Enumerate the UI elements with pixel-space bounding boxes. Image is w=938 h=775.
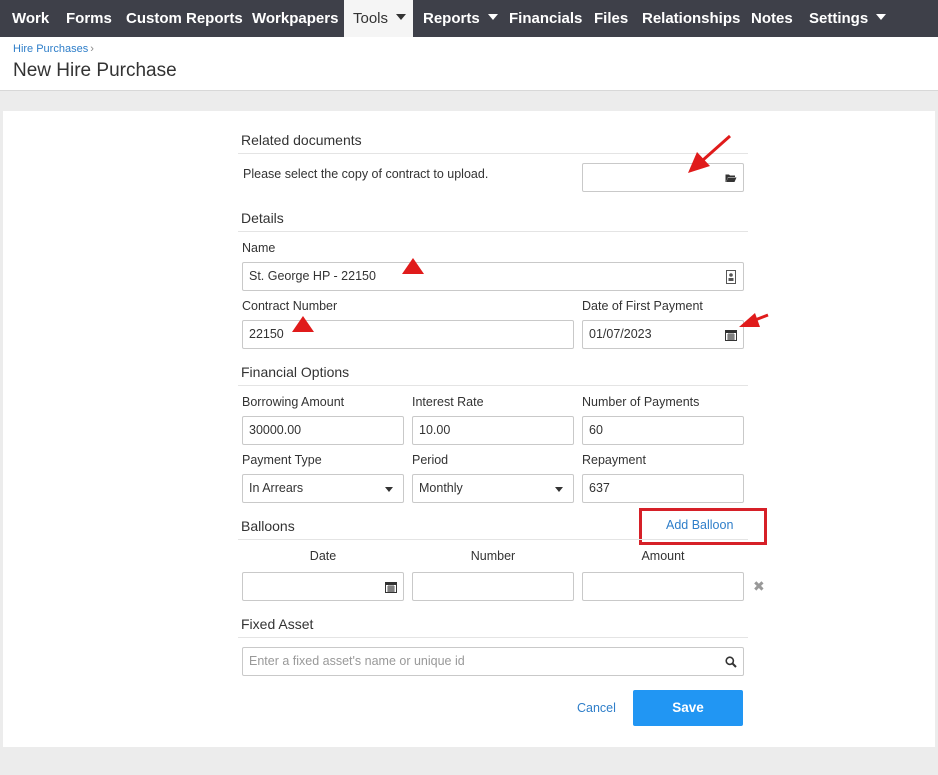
interest-rate-value: 10.00 — [419, 423, 451, 437]
contract-number-label: Contract Number — [242, 299, 338, 313]
nav-custom-reports[interactable]: Custom Reports — [126, 0, 243, 37]
divider — [238, 231, 748, 232]
name-input[interactable]: St. George HP - 22150 — [242, 262, 744, 291]
balloon-date-input[interactable] — [242, 572, 404, 601]
contact-card-icon[interactable] — [724, 263, 738, 290]
nav-reports[interactable]: Reports — [423, 0, 498, 37]
remove-balloon-icon[interactable]: ✖ — [753, 578, 765, 595]
form-card: Related documents Please select the copy… — [3, 111, 935, 747]
period-label: Period — [412, 453, 449, 467]
divider — [238, 385, 748, 386]
nav-tools[interactable]: Tools — [344, 0, 413, 37]
nav-financials-label: Financials — [509, 10, 583, 27]
payment-type-select[interactable]: In Arrears — [242, 474, 404, 503]
breadcrumb: Hire Purchases › — [13, 43, 94, 55]
top-navigation: Work Forms Custom Reports Workpapers Too… — [0, 0, 938, 37]
first-payment-date-value: 01/07/2023 — [589, 327, 652, 341]
section-title-details: Details — [241, 210, 284, 226]
period-select[interactable]: Monthly — [412, 474, 574, 503]
chevron-down-icon — [555, 487, 563, 492]
payment-type-label: Payment Type — [242, 453, 322, 467]
nav-relationships-label: Relationships — [642, 10, 741, 27]
contract-number-value: 22150 — [249, 327, 284, 341]
interest-rate-label: Interest Rate — [412, 395, 484, 409]
nav-reports-caret-icon — [487, 14, 498, 21]
number-of-payments-label: Number of Payments — [582, 395, 700, 409]
page-header: Hire Purchases › New Hire Purchase — [0, 37, 938, 91]
contract-number-input[interactable]: 22150 — [242, 320, 574, 349]
interest-rate-input[interactable]: 10.00 — [412, 416, 574, 445]
balloon-col-date: Date — [309, 549, 337, 563]
borrowing-amount-input[interactable]: 30000.00 — [242, 416, 404, 445]
cancel-button[interactable]: Cancel — [577, 701, 616, 715]
contract-file-input[interactable] — [582, 163, 744, 192]
number-of-payments-value: 60 — [589, 423, 603, 437]
breadcrumb-separator: › — [90, 43, 94, 55]
fixed-asset-placeholder: Enter a fixed asset's name or unique id — [249, 654, 465, 668]
nav-custom-reports-label: Custom Reports — [126, 10, 243, 27]
nav-workpapers-label: Workpapers — [252, 10, 339, 27]
payment-type-value: In Arrears — [249, 481, 304, 495]
balloon-col-amount: Amount — [641, 549, 685, 563]
first-payment-date-input[interactable]: 01/07/2023 — [582, 320, 744, 349]
nav-work-label: Work — [12, 10, 50, 27]
calendar-icon[interactable] — [724, 321, 738, 348]
section-title-related-documents: Related documents — [241, 132, 362, 148]
upload-instruction: Please select the copy of contract to up… — [243, 167, 489, 181]
nav-files[interactable]: Files — [594, 0, 628, 37]
number-of-payments-input[interactable]: 60 — [582, 416, 744, 445]
nav-relationships[interactable]: Relationships — [642, 0, 740, 37]
nav-forms[interactable]: Forms — [66, 0, 112, 37]
page-title: New Hire Purchase — [13, 60, 177, 81]
nav-tools-caret-icon — [396, 14, 407, 21]
repayment-value: 637 — [589, 481, 610, 495]
section-title-balloons: Balloons — [241, 518, 295, 534]
fixed-asset-search-input[interactable]: Enter a fixed asset's name or unique id — [242, 647, 744, 676]
nav-files-label: Files — [594, 10, 629, 27]
name-value: St. George HP - 22150 — [249, 269, 376, 283]
section-title-financial-options: Financial Options — [241, 364, 350, 380]
search-icon[interactable] — [724, 648, 738, 675]
chevron-down-icon — [385, 487, 393, 492]
save-button[interactable]: Save — [633, 690, 743, 726]
first-payment-label: Date of First Payment — [582, 299, 703, 313]
balloon-number-input[interactable] — [412, 572, 574, 601]
nav-notes[interactable]: Notes — [751, 0, 793, 37]
borrowing-amount-value: 30000.00 — [249, 423, 302, 437]
nav-settings-label: Settings — [809, 10, 869, 27]
divider — [238, 153, 748, 154]
section-title-fixed-asset: Fixed Asset — [241, 616, 314, 632]
nav-tools-label: Tools — [353, 10, 389, 27]
nav-notes-label: Notes — [751, 10, 793, 27]
add-balloon-link[interactable]: Add Balloon — [666, 518, 733, 532]
divider — [238, 637, 748, 638]
folder-open-icon[interactable] — [724, 164, 738, 191]
breadcrumb-link-hire-purchases[interactable]: Hire Purchases — [13, 43, 88, 55]
nav-financials[interactable]: Financials — [509, 0, 582, 37]
balloon-amount-input[interactable] — [582, 572, 744, 601]
nav-work[interactable]: Work — [12, 0, 49, 37]
nav-forms-label: Forms — [66, 10, 112, 27]
repayment-label: Repayment — [582, 453, 646, 467]
divider — [238, 539, 748, 540]
borrowing-amount-label: Borrowing Amount — [242, 395, 345, 409]
balloon-col-number: Number — [470, 549, 516, 563]
period-value: Monthly — [419, 481, 463, 495]
name-label: Name — [242, 241, 276, 255]
calendar-icon[interactable] — [384, 573, 398, 600]
nav-workpapers[interactable]: Workpapers — [252, 0, 338, 37]
nav-reports-label: Reports — [423, 10, 480, 27]
repayment-input[interactable]: 637 — [582, 474, 744, 503]
nav-settings[interactable]: Settings — [809, 0, 887, 37]
nav-settings-caret-icon — [876, 14, 887, 21]
